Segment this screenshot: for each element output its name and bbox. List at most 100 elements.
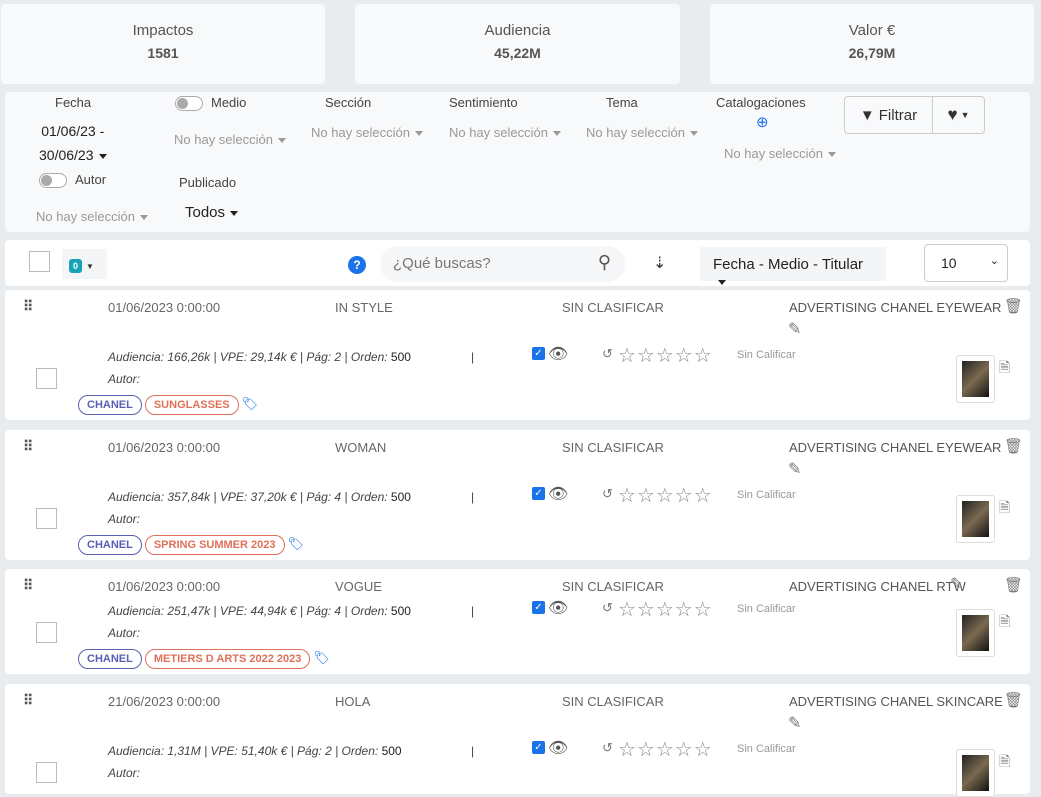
checked-checkbox[interactable]: ✓ bbox=[532, 347, 545, 360]
catalogaciones-label: Catalogaciones bbox=[716, 95, 806, 110]
kpi-value: 1581 bbox=[147, 45, 179, 61]
seccion-select[interactable]: No hay selección bbox=[311, 125, 423, 140]
item-checkbox[interactable] bbox=[36, 762, 57, 783]
publicado-select[interactable]: Todos bbox=[185, 204, 238, 221]
trash-icon[interactable]: 🗑 bbox=[1004, 576, 1023, 594]
autor-label: Autor bbox=[75, 172, 107, 187]
item-stats: Audiencia: 251,47k | VPE: 44,94k € | Pág… bbox=[108, 604, 411, 618]
star-rating[interactable]: ☆☆☆☆☆ bbox=[618, 483, 713, 508]
item-checkbox[interactable] bbox=[36, 622, 57, 643]
item-title[interactable]: ADVERTISING CHANEL EYEWEAR bbox=[789, 440, 1001, 455]
page-size-select[interactable]: 10 ⌄ bbox=[924, 244, 1008, 282]
medio-select[interactable]: No hay selección bbox=[174, 132, 286, 147]
drag-handle-icon[interactable]: ⠿ bbox=[23, 438, 33, 455]
filtrar-label: Filtrar bbox=[878, 106, 918, 124]
filtrar-button[interactable]: ▼ Filtrar bbox=[844, 96, 933, 134]
tags-icon[interactable]: 🏷 bbox=[242, 396, 259, 411]
rating-label: Sin Calificar bbox=[737, 489, 796, 501]
date-range-picker[interactable]: 01/06/23 - 30/06/23 bbox=[39, 119, 107, 167]
item-tags: CHANEL SPRING SUMMER 2023 🏷 bbox=[78, 535, 304, 555]
trash-icon[interactable]: 🗑 bbox=[1004, 297, 1023, 315]
autor-toggle[interactable] bbox=[39, 173, 67, 188]
reset-rating-icon[interactable]: ↺ bbox=[602, 346, 613, 362]
tag[interactable]: SPRING SUMMER 2023 bbox=[144, 535, 285, 555]
reset-rating-icon[interactable]: ↺ bbox=[602, 486, 613, 502]
selection-count-dropdown[interactable]: 0 ▼ bbox=[62, 249, 107, 279]
edit-icon[interactable]: ✎ bbox=[950, 574, 963, 594]
tag[interactable]: CHANEL bbox=[78, 535, 142, 555]
sentimiento-select[interactable]: No hay selección bbox=[449, 125, 561, 140]
seccion-label: Sección bbox=[325, 95, 372, 110]
item-tags: CHANEL METIERS D ARTS 2022 2023 🏷 bbox=[78, 649, 330, 669]
autor-select[interactable]: No hay selección bbox=[36, 209, 148, 224]
checked-checkbox[interactable]: ✓ bbox=[532, 487, 545, 500]
edit-icon[interactable]: ✎ bbox=[788, 713, 801, 733]
item-title[interactable]: ADVERTISING CHANEL SKINCARE bbox=[789, 694, 1003, 709]
item-thumbnail[interactable] bbox=[956, 495, 995, 543]
select-all-checkbox[interactable] bbox=[29, 251, 50, 272]
item-date: 01/06/2023 0:00:00 bbox=[108, 440, 221, 455]
sort-order-icon[interactable]: ⇣ bbox=[653, 253, 666, 273]
item-title[interactable]: ADVERTISING CHANEL EYEWEAR bbox=[789, 300, 1001, 315]
search-icon[interactable]: ⚲ bbox=[598, 252, 611, 273]
item-thumbnail[interactable] bbox=[956, 749, 995, 797]
tags-icon[interactable]: 🏷 bbox=[313, 650, 330, 665]
item-media[interactable]: WOMAN bbox=[335, 440, 386, 455]
drag-handle-icon[interactable]: ⠿ bbox=[23, 298, 33, 315]
trash-icon[interactable]: 🗑 bbox=[1004, 437, 1023, 455]
reset-rating-icon[interactable]: ↺ bbox=[602, 740, 613, 756]
reset-rating-icon[interactable]: ↺ bbox=[602, 600, 613, 616]
medio-toggle[interactable] bbox=[175, 96, 203, 111]
tag[interactable]: SUNGLASSES bbox=[144, 395, 239, 415]
star-rating[interactable]: ☆☆☆☆☆ bbox=[618, 343, 713, 368]
document-icon[interactable]: 🗎 bbox=[999, 497, 1010, 521]
edit-icon[interactable]: ✎ bbox=[788, 459, 801, 479]
item-autor: Autor: bbox=[108, 372, 141, 386]
zoom-in-icon[interactable]: ⊕ bbox=[756, 113, 769, 131]
star-rating[interactable]: ☆☆☆☆☆ bbox=[618, 737, 713, 762]
checked-checkbox[interactable]: ✓ bbox=[532, 741, 545, 754]
rating-label: Sin Calificar bbox=[737, 743, 796, 755]
trash-icon[interactable]: 🗑 bbox=[1004, 691, 1023, 709]
edit-icon[interactable]: ✎ bbox=[788, 319, 801, 339]
document-icon[interactable]: 🗎 bbox=[999, 611, 1010, 635]
tags-icon[interactable]: 🏷 bbox=[288, 536, 305, 551]
tag[interactable]: CHANEL bbox=[78, 395, 142, 415]
item-thumbnail[interactable] bbox=[956, 609, 995, 657]
document-icon[interactable]: 🗎 bbox=[999, 357, 1010, 381]
item-status: SIN CLASIFICAR bbox=[562, 694, 664, 709]
eye-icon[interactable]: 👁 bbox=[548, 344, 568, 364]
tag[interactable]: CHANEL bbox=[78, 649, 142, 669]
item-thumbnail[interactable] bbox=[956, 355, 995, 403]
item-media[interactable]: IN STYLE bbox=[335, 300, 393, 315]
drag-handle-icon[interactable]: ⠿ bbox=[23, 577, 33, 594]
tag[interactable]: METIERS D ARTS 2022 2023 bbox=[144, 649, 311, 669]
item-checkbox[interactable] bbox=[36, 508, 57, 529]
checked-checkbox[interactable]: ✓ bbox=[532, 601, 545, 614]
document-icon[interactable]: 🗎 bbox=[999, 751, 1010, 775]
eye-icon[interactable]: 👁 bbox=[548, 598, 568, 618]
sort-select[interactable]: Fecha - Medio - Titular bbox=[700, 247, 886, 281]
rating-label: Sin Calificar bbox=[737, 603, 796, 615]
item-title[interactable]: ADVERTISING CHANEL RTW bbox=[789, 579, 966, 594]
kpi-label: Valor € bbox=[848, 22, 896, 39]
star-rating[interactable]: ☆☆☆☆☆ bbox=[618, 597, 713, 622]
eye-icon[interactable]: 👁 bbox=[548, 738, 568, 758]
fecha-label: Fecha bbox=[55, 95, 92, 110]
kpi-label: Impactos bbox=[132, 22, 194, 39]
favorites-button[interactable]: ♥ ▼ bbox=[932, 96, 985, 134]
drag-handle-icon[interactable]: ⠿ bbox=[23, 692, 33, 709]
eye-icon[interactable]: 👁 bbox=[548, 484, 568, 504]
item-media[interactable]: HOLA bbox=[335, 694, 370, 709]
catalogaciones-select[interactable]: No hay selección bbox=[724, 146, 836, 161]
search-placeholder: ¿Qué buscas? bbox=[393, 255, 491, 272]
item-checkbox[interactable] bbox=[36, 368, 57, 389]
help-icon[interactable]: ? bbox=[348, 256, 366, 274]
search-input[interactable]: ¿Qué buscas? ⚲ bbox=[380, 246, 625, 282]
list-toolbar: 0 ▼ ? ¿Qué buscas? ⚲ ⇣ Fecha - Medio - Tit… bbox=[5, 240, 1030, 286]
item-media[interactable]: VOGUE bbox=[335, 579, 382, 594]
tema-select[interactable]: No hay selección bbox=[586, 125, 698, 140]
item-autor: Autor: bbox=[108, 766, 141, 780]
date-to: 30/06/23 bbox=[39, 147, 107, 163]
sentimiento-label: Sentimiento bbox=[449, 95, 518, 110]
